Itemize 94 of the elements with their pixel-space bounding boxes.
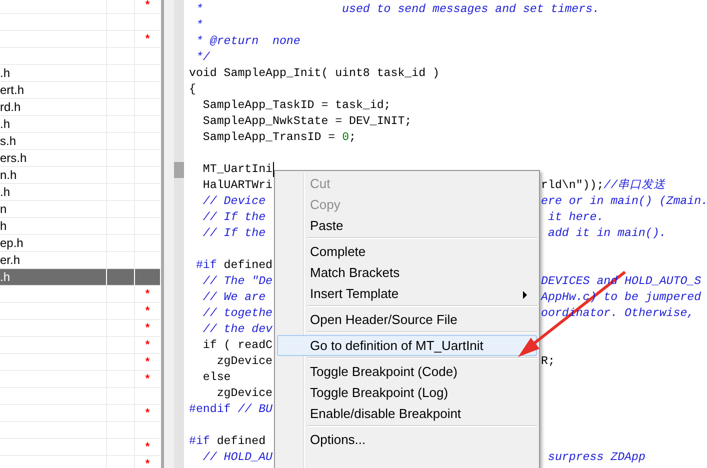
file-name: .h <box>0 65 107 81</box>
menu-item[interactable]: Open Header/Source File <box>277 309 537 330</box>
code-line: // togethe <box>202 306 272 322</box>
code-line: #endif // BU <box>189 402 272 418</box>
modified-mark: * <box>144 440 151 455</box>
file-row[interactable] <box>0 48 160 65</box>
file-row[interactable]: n.h <box>0 167 160 184</box>
code-line: void SampleApp_Init( uint8 task_id ) <box>189 66 440 82</box>
code-line: MT_UartIni <box>202 162 272 178</box>
code-line: #if defined <box>194 258 273 274</box>
code-line: * used to send messages and set timers. <box>194 2 600 18</box>
file-row[interactable]: * <box>0 286 160 303</box>
code-line: // Device <box>202 194 266 210</box>
file-name: .h <box>0 116 107 132</box>
file-name: ep.h <box>0 235 107 251</box>
code-line: { <box>189 82 196 98</box>
code-line: R; <box>541 354 555 370</box>
code-line: rld\n"));//串口发送 <box>541 178 666 194</box>
code-line: // If the <box>202 210 266 226</box>
file-row[interactable]: rd.h <box>0 99 160 116</box>
menu-item[interactable]: Complete <box>277 241 537 262</box>
modified-mark: * <box>144 287 151 302</box>
file-row[interactable]: .h <box>0 184 160 201</box>
code-line: SampleApp_TransID = 0; <box>202 130 356 146</box>
file-row[interactable]: ers.h <box>0 150 160 167</box>
file-name: n.h <box>0 167 107 183</box>
code-line: it here. <box>546 210 604 226</box>
code-line: if ( readC <box>202 338 272 354</box>
modified-mark: * <box>144 32 151 47</box>
file-row[interactable] <box>0 422 160 439</box>
code-line: #if defined <box>189 434 266 450</box>
menu-item[interactable]: Options... <box>277 429 537 450</box>
file-name: n <box>0 201 107 217</box>
modified-mark: * <box>144 457 151 468</box>
file-row[interactable]: * <box>0 439 160 456</box>
text-cursor <box>272 162 274 177</box>
file-row[interactable] <box>0 14 160 31</box>
file-row[interactable]: * <box>0 0 160 14</box>
menu-item[interactable]: Toggle Breakpoint (Code) <box>277 361 537 382</box>
file-row[interactable]: .h <box>0 65 160 82</box>
file-row[interactable]: .h <box>0 269 160 286</box>
file-row[interactable]: * <box>0 303 160 320</box>
code-line: SampleApp_TaskID = task_id; <box>202 98 391 114</box>
file-row[interactable]: * <box>0 371 160 388</box>
modified-mark: * <box>144 321 151 336</box>
file-row[interactable]: * <box>0 320 160 337</box>
code-line: // We are <box>202 290 266 306</box>
menu-item[interactable]: Enable/disable Breakpoint <box>277 403 537 424</box>
file-row[interactable]: * <box>0 354 160 371</box>
code-line: SampleApp_NwkState = DEV_INIT; <box>202 114 412 130</box>
file-row[interactable]: ep.h <box>0 235 160 252</box>
file-row[interactable]: ert.h <box>0 82 160 99</box>
file-name: s.h <box>0 133 107 149</box>
code-line: * <box>194 18 203 34</box>
code-line: */ <box>194 50 210 66</box>
file-row[interactable]: er.h <box>0 252 160 269</box>
file-name: h <box>0 218 107 234</box>
menu-item[interactable]: Insert Template <box>277 283 537 304</box>
code-line: // The "De <box>202 274 272 290</box>
modified-mark: * <box>144 372 151 387</box>
menu-item[interactable]: Paste <box>277 215 537 236</box>
file-row[interactable]: s.h <box>0 133 160 150</box>
code-line: ere or in main() (Zmain. <box>541 194 707 210</box>
file-row[interactable]: * <box>0 337 160 354</box>
menu-item[interactable]: Match Brackets <box>277 262 537 283</box>
file-name: rd.h <box>0 99 107 115</box>
code-line: zgDevice <box>216 386 272 402</box>
menu-item[interactable]: Toggle Breakpoint (Log) <box>277 382 537 403</box>
code-line: zgDevice <box>216 354 272 370</box>
modified-mark: * <box>144 355 151 370</box>
code-line: // If the <box>202 226 266 242</box>
file-row[interactable]: .h <box>0 116 160 133</box>
file-row[interactable]: h <box>0 218 160 235</box>
modified-mark: * <box>144 338 151 353</box>
file-row[interactable] <box>0 388 160 405</box>
file-row[interactable]: * <box>0 31 160 48</box>
code-line: HalUARTWri <box>202 178 272 194</box>
code-line: // HOLD_AU <box>202 450 272 466</box>
code-line: add it in main(). <box>546 226 666 242</box>
code-line: // the dev <box>202 322 272 338</box>
modified-mark: * <box>144 0 151 13</box>
file-row[interactable]: n <box>0 201 160 218</box>
file-name: ers.h <box>0 150 107 166</box>
modified-mark: * <box>144 406 151 421</box>
file-name: .h <box>0 184 107 200</box>
file-name: .h <box>0 269 107 285</box>
code-line: surpress ZDApp <box>547 450 646 466</box>
file-row[interactable]: * <box>0 405 160 422</box>
file-name: ert.h <box>0 82 107 98</box>
code-line: else <box>202 370 231 386</box>
code-line: * @return none <box>194 34 300 50</box>
menu-item[interactable]: Go to definition of MT_UartInit <box>277 335 537 356</box>
modified-mark: * <box>144 304 151 319</box>
file-name: er.h <box>0 252 107 268</box>
